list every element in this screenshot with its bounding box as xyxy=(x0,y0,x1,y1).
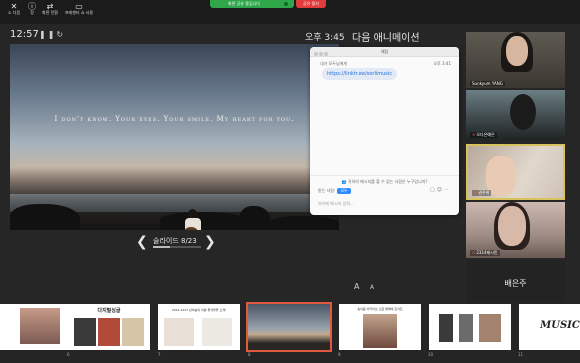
rock xyxy=(10,204,80,230)
slide-lyric-text: I don't know. Your eyes. Your smile. My … xyxy=(54,115,295,123)
chevron-right-icon: ❯ xyxy=(204,234,216,250)
participant-name: Sunkyum YANG xyxy=(470,81,505,86)
chat-tools: ▢☺⋯ xyxy=(430,187,451,193)
participant-tile[interactable]: ✕오다은예은 xyxy=(466,90,565,140)
next-slide-button[interactable]: ❯ xyxy=(204,234,216,250)
slide-thumbnail[interactable] xyxy=(0,304,68,350)
slide-thumbnail[interactable]: 2014.1227 상이송의 이를 둘겨볼을 소개! xyxy=(158,304,240,350)
current-clock: 오후 3:45 xyxy=(305,33,345,43)
toolbar-presenter-button[interactable]: ▭ 프레젠터 쇼 사용 xyxy=(64,2,94,15)
participant-big-name: 배은주 xyxy=(504,279,527,288)
file-icon[interactable]: ▢ xyxy=(430,187,437,193)
chat-sender: 내가 모두님에게 xyxy=(320,61,348,66)
chat-visibility-notice[interactable]: 👥 귀하의 메시지를 볼 수 있는 사람은 누구입니까? xyxy=(310,175,459,185)
slide-progress-fill xyxy=(153,246,170,248)
participant-name: ✕권주희 xyxy=(472,190,492,196)
slide-number: 6 xyxy=(67,352,70,357)
timer-controls: ❚❚↻ xyxy=(39,30,65,39)
pause-icon[interactable]: ❚❚ xyxy=(39,30,56,39)
slide-number: 11 xyxy=(518,352,524,357)
current-slide: I don't know. Your eyes. Your smile. My … xyxy=(10,44,339,230)
toolbar-swap-button[interactable]: ⇄ 화면 전환 xyxy=(38,2,62,15)
prev-slide-button[interactable]: ❮ xyxy=(136,234,148,250)
slide-progress xyxy=(153,246,201,248)
participant-name: ✕2314제시민 xyxy=(470,250,500,256)
chevron-left-icon: ❮ xyxy=(136,234,148,250)
chat-input[interactable]: 여기에 메시지 입력... xyxy=(318,201,354,207)
chat-message-link[interactable]: https://linktr.ee/sorlimusic xyxy=(322,68,398,80)
slide-number: 7 xyxy=(158,352,161,357)
mic-muted-icon: ✕ xyxy=(472,132,476,137)
mic-muted-icon: ✕ xyxy=(472,250,476,255)
emoji-icon[interactable]: ☺ xyxy=(437,187,444,193)
guitarist-figure xyxy=(182,209,204,230)
chat-time: 오후 3:41 xyxy=(433,61,451,66)
chat-window: 채팅 내가 모두님에게 오후 3:41 https://linktr.ee/so… xyxy=(310,47,459,215)
slide-thumbnail-current[interactable] xyxy=(246,302,332,352)
more-icon[interactable]: ⋯ xyxy=(444,187,451,193)
chat-recipient: 받는 사람: 모두 xyxy=(318,188,351,194)
elapsed-timer: 12:57 xyxy=(10,29,39,40)
chat-titlebar: 채팅 xyxy=(310,47,459,57)
window-controls[interactable] xyxy=(314,50,329,60)
recipient-dropdown[interactable]: 모두 xyxy=(337,188,351,194)
stop-share-button[interactable]: 공유 중지 xyxy=(296,0,326,8)
participant-name: ✕오다은예은 xyxy=(470,132,497,138)
slide-thumbnail[interactable]: 다지털싱글 xyxy=(68,304,150,350)
reset-icon[interactable]: ↻ xyxy=(56,30,65,39)
rock xyxy=(240,206,270,230)
slide-thumbnail[interactable]: 송이음 아카이브 소문 발매에 콘서트 xyxy=(339,304,421,350)
slide-number: 9 xyxy=(338,352,341,357)
participant-tile-active[interactable]: ✕권주희 xyxy=(466,144,565,200)
share-dot-icon xyxy=(284,2,288,6)
slide-number: 8 xyxy=(248,352,251,357)
rock xyxy=(160,212,250,230)
slide-thumbnail[interactable] xyxy=(429,304,511,350)
top-toolbar: ✕ 소 다음 ⓘ 정 ⇄ 화면 전환 ▭ 프레젠터 쇼 사용 화면 공유 중입니다 공유… xyxy=(0,0,580,24)
slide-number: 10 xyxy=(428,352,434,357)
slide-thumbnail[interactable]: MUSIC xyxy=(519,304,580,350)
share-status-pill[interactable]: 화면 공유 중입니다 xyxy=(210,0,294,8)
zoom-in-button[interactable]: A xyxy=(354,282,359,291)
zoom-out-button[interactable]: A xyxy=(370,284,374,291)
slide-counter: 슬라이드 8/23 xyxy=(153,237,197,245)
mic-muted-icon: ✕ xyxy=(474,190,478,195)
participant-tile[interactable]: Sunkyum YANG xyxy=(466,32,565,88)
participant-tile[interactable]: ✕2314제시민 xyxy=(466,202,565,258)
rock xyxy=(270,216,339,230)
next-animation-label: 다음 애니메이션 xyxy=(352,33,420,44)
